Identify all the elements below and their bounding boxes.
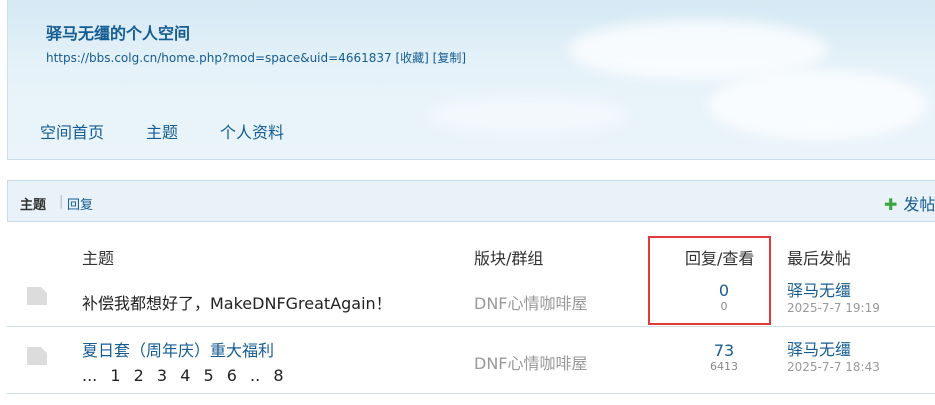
thread-document-icon [27,287,47,305]
thread-forum[interactable]: DNF心情咖啡屋 [474,290,588,314]
space-header-banner: 驿马无缰的个人空间 https://bbs.colg.cn/home.php?m… [7,0,935,160]
new-post-button[interactable]: ✚ 发帖 [884,191,935,215]
page-link-3[interactable]: 3 [157,366,167,385]
last-post-time[interactable]: 2025-7-7 18:43 [787,360,880,374]
thread-title[interactable]: 夏日套（周年庆）重大福利 [82,337,274,361]
page-link-6[interactable]: 6 [227,366,237,385]
column-header-forum: 版块/群组 [474,249,544,268]
column-header-last-post: 最后发帖 [787,249,852,268]
thread-forum[interactable]: DNF心情咖啡屋 [474,350,588,374]
row-divider [7,326,935,327]
last-post-author[interactable]: 驿马无缰 [787,340,880,360]
space-url-link[interactable]: https://bbs.colg.cn/home.php?mod=space&u… [46,51,392,65]
thread-last-post: 驿马无缰 2025-7-7 19:19 [787,281,880,315]
space-title[interactable]: 驿马无缰的个人空间 [46,20,190,44]
thread-stats: 73 6413 [684,342,764,374]
last-post-time[interactable]: 2025-7-7 19:19 [787,301,880,315]
tab-separator: | [59,194,64,209]
stats-highlight-box [648,236,771,325]
page-link-4[interactable]: 4 [180,366,190,385]
column-header-subject: 主题 [82,249,115,268]
nav-item-threads[interactable]: 主题 [146,119,178,143]
row-divider [7,393,935,394]
view-count: 6413 [710,360,738,373]
nav-item-home[interactable]: 空间首页 [40,119,104,143]
page-ellipsis: .. [250,366,261,385]
page-link-5[interactable]: 5 [203,366,213,385]
cloud-decoration [708,70,928,140]
tab-threads[interactable]: 主题 [20,194,46,213]
tab-replies[interactable]: 回复 [67,194,93,213]
thread-pagination: ... 1 2 3 4 5 6 .. 8 [82,366,292,385]
page-ellipsis: ... [82,366,98,385]
thread-title[interactable]: 补偿我都想好了，MakeDNFGreatAgain！ [82,290,392,314]
space-page: 驿马无缰的个人空间 https://bbs.colg.cn/home.php?m… [0,0,935,405]
cloud-decoration [428,95,628,135]
thread-tab-bar: 主题 | 回复 ✚ 发帖 [7,180,935,222]
page-link-2[interactable]: 2 [134,366,144,385]
thread-document-icon [27,347,47,365]
thread-last-post: 驿马无缰 2025-7-7 18:43 [787,340,880,374]
plus-icon: ✚ [884,195,898,214]
page-link-1[interactable]: 1 [110,366,120,385]
favorite-link[interactable]: [收藏] [395,51,428,65]
last-post-author[interactable]: 驿马无缰 [787,281,880,301]
space-nav: 空间首页 主题 个人资料 [40,119,326,143]
reply-count[interactable]: 73 [684,342,764,360]
nav-item-profile[interactable]: 个人资料 [220,119,284,143]
copy-link[interactable]: [复制] [433,51,466,65]
page-link-8[interactable]: 8 [273,366,283,385]
space-url-line: https://bbs.colg.cn/home.php?mod=space&u… [46,49,466,66]
new-post-label: 发帖 [903,195,935,214]
